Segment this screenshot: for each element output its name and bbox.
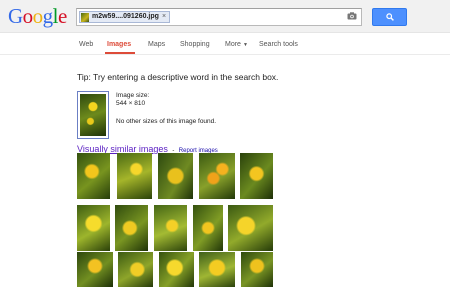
tab-more[interactable]: More ▼ (225, 40, 248, 50)
tab-more-label: More (225, 41, 241, 48)
top-bar: Google m2w59....091260.jpg × (0, 0, 450, 33)
image-size-label: Image size: (116, 92, 150, 99)
similar-image-thumbnail[interactable] (77, 205, 110, 251)
similar-image-thumbnail[interactable] (199, 252, 235, 287)
similar-image-thumbnail[interactable] (77, 252, 113, 287)
similar-image-thumbnail[interactable] (154, 205, 187, 251)
tab-shopping[interactable]: Shopping (180, 40, 210, 49)
search-image-chip[interactable]: m2w59....091260.jpg × (79, 11, 171, 23)
search-button[interactable] (372, 8, 407, 26)
active-tab-underline (105, 52, 135, 54)
similar-image-thumbnail[interactable] (117, 153, 152, 199)
image-size-value: 544 × 810 (116, 100, 146, 107)
search-nav: Web Images Maps Shopping More ▼ Search to… (0, 33, 450, 55)
logo-letter: o (32, 4, 44, 28)
logo-letter: o (22, 4, 34, 28)
similar-image-thumbnail[interactable] (199, 153, 235, 199)
tab-web[interactable]: Web (79, 40, 93, 49)
query-image (80, 94, 106, 136)
chip-close-icon[interactable]: × (162, 12, 166, 22)
search-icon (385, 13, 394, 21)
logo-letter: g (42, 4, 54, 28)
tab-search-tools[interactable]: Search tools (259, 40, 298, 49)
google-logo[interactable]: Google (8, 5, 67, 27)
similar-image-thumbnail[interactable] (118, 252, 153, 287)
image-size-info: Image size: 544 × 810 (116, 92, 149, 108)
tip-text: Tip: Try entering a descriptive word in … (77, 72, 279, 82)
chevron-down-icon: ▼ (242, 42, 248, 48)
similar-image-thumbnail[interactable] (115, 205, 148, 251)
similar-image-thumbnail[interactable] (228, 205, 273, 251)
similar-image-thumbnail[interactable] (241, 252, 273, 287)
search-box[interactable]: m2w59....091260.jpg × (76, 8, 362, 26)
query-image-thumbnail[interactable] (77, 91, 109, 139)
tab-images[interactable]: Images (107, 40, 131, 49)
similar-image-thumbnail[interactable] (77, 153, 110, 199)
similar-image-thumbnail[interactable] (158, 153, 193, 199)
similar-image-thumbnail[interactable] (240, 153, 273, 199)
chip-thumbnail (81, 12, 89, 22)
logo-letter: G (8, 4, 23, 28)
logo-letter: e (58, 4, 67, 28)
similar-image-thumbnail[interactable] (193, 205, 223, 251)
tab-maps[interactable]: Maps (148, 40, 165, 49)
no-other-sizes-text: No other sizes of this image found. (116, 118, 217, 125)
chip-filename: m2w59....091260.jpg (92, 13, 159, 20)
camera-icon[interactable] (347, 12, 357, 20)
similar-image-thumbnail[interactable] (159, 252, 194, 287)
